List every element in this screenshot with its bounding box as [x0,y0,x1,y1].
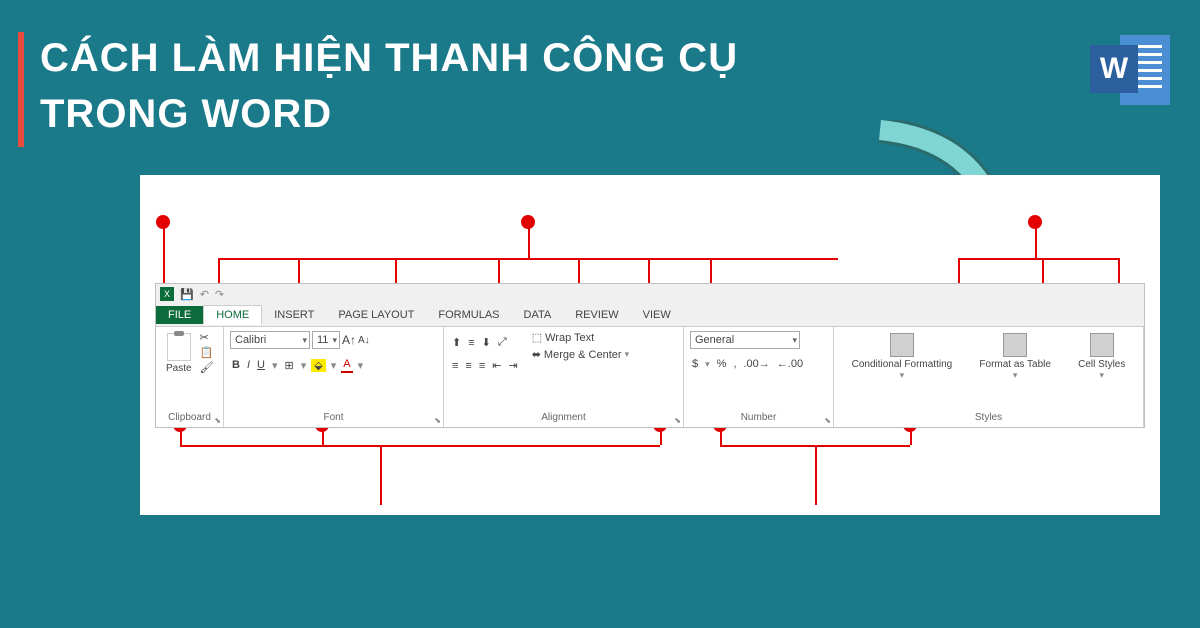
group-number: General $ ▾ % , .00→ ←.00 Number ⬊ [684,327,834,427]
page-title: CÁCH LÀM HIỆN THANH CÔNG CỤ TRONG WORD [40,30,940,142]
tab-review[interactable]: REVIEW [563,306,630,324]
callout-line [958,258,1118,260]
bold-button[interactable]: B [230,358,242,372]
comma-button[interactable]: , [731,357,738,371]
font-name-combo[interactable]: Calibri [230,331,310,349]
format-painter-icon[interactable]: 🖌 [200,361,214,374]
group-styles: Conditional Formatting ▾ Format as Table… [834,327,1144,427]
styles-label: Styles [840,410,1137,425]
tab-view[interactable]: VIEW [631,306,683,324]
ribbon: X 💾 ↶ ↷ FILE HOME INSERT PAGE LAYOUT FOR… [155,283,1145,428]
italic-button[interactable]: I [245,358,252,372]
ribbon-groups: Paste ✂ 📋 🖌 Clipboard ⬊ Calibri 11 A↑ A↓ [156,326,1144,427]
orientation-icon[interactable]: ⤢ [496,335,509,350]
wrap-text-label: Wrap Text [545,332,594,344]
currency-button[interactable]: $ [690,357,700,371]
callout-dot [1028,215,1042,229]
alignment-label: Alignment [450,410,677,425]
launcher-icon[interactable]: ⬊ [214,416,221,425]
conditional-formatting-button[interactable]: Conditional Formatting ▾ [848,331,957,410]
redo-icon[interactable]: ↷ [215,288,224,301]
format-table-label: Format as Table [979,359,1051,370]
word-logo: W [1090,30,1170,110]
merge-icon: ⬌ [532,348,541,361]
align-top-icon[interactable]: ⬆ [450,335,463,350]
launcher-icon[interactable]: ⬊ [824,416,831,425]
callout-line [380,445,382,505]
cut-icon[interactable]: ✂ [200,331,214,344]
group-font: Calibri 11 A↑ A↓ B I U ▾ ⊞ ▾ ⬙ ▾ A ▾ [224,327,444,427]
save-icon[interactable]: 💾 [180,288,194,301]
excel-icon: X [160,287,174,301]
percent-button[interactable]: % [715,357,729,371]
paste-button[interactable]: Paste [162,331,196,410]
format-table-icon [1003,333,1027,357]
align-center-icon[interactable]: ≡ [463,359,473,373]
ribbon-tabs: FILE HOME INSERT PAGE LAYOUT FORMULAS DA… [156,304,683,326]
callout-dot [156,215,170,229]
merge-label: Merge & Center [544,349,622,361]
indent-decrease-icon[interactable]: ⇤ [490,358,503,373]
accent-bar [18,32,24,147]
font-label: Font [230,410,437,425]
increase-decimal-icon[interactable]: .00→ [742,357,772,371]
group-alignment: ⬆ ≡ ⬇ ⤢ ≡ ≡ ≡ ⇤ ⇥ ⬚ [444,327,684,427]
underline-button[interactable]: U [255,358,267,372]
font-size-combo[interactable]: 11 [312,331,340,349]
cell-styles-icon [1090,333,1114,357]
cell-styles-label: Cell Styles [1078,359,1125,370]
tab-data[interactable]: DATA [512,306,564,324]
word-badge: W [1090,45,1138,93]
quick-access-toolbar: X 💾 ↶ ↷ [160,287,224,301]
tab-page-layout[interactable]: PAGE LAYOUT [326,306,426,324]
conditional-formatting-icon [890,333,914,357]
number-format-combo[interactable]: General [690,331,800,349]
align-middle-icon[interactable]: ≡ [466,336,476,350]
paste-label: Paste [166,363,192,374]
undo-icon[interactable]: ↶ [200,288,209,301]
format-as-table-button[interactable]: Format as Table ▾ [975,331,1055,410]
indent-increase-icon[interactable]: ⇥ [506,358,519,373]
group-clipboard: Paste ✂ 📋 🖌 Clipboard ⬊ [156,327,224,427]
align-left-icon[interactable]: ≡ [450,359,460,373]
fill-color-icon[interactable]: ⬙ [311,359,325,372]
title-line1: CÁCH LÀM HIỆN THANH CÔNG CỤ [40,36,738,80]
wrap-text-button[interactable]: ⬚ Wrap Text [532,331,629,344]
font-color-icon[interactable]: A [341,357,352,373]
launcher-icon[interactable]: ⬊ [674,416,681,425]
decrease-decimal-icon[interactable]: ←.00 [775,357,805,371]
cell-styles-button[interactable]: Cell Styles ▾ [1074,331,1129,410]
tab-insert[interactable]: INSERT [262,306,326,324]
callout-line [180,445,660,447]
border-icon[interactable]: ⊞ [283,358,296,373]
increase-font-icon[interactable]: A↑ [342,333,356,347]
callout-line [815,445,817,505]
launcher-icon[interactable]: ⬊ [434,416,441,425]
clipboard-label: Clipboard [162,410,217,425]
title-line2: TRONG WORD [40,92,332,136]
wrap-text-icon: ⬚ [532,331,542,344]
conditional-label: Conditional Formatting [852,359,953,370]
callout-line [163,222,165,287]
align-right-icon[interactable]: ≡ [477,359,487,373]
number-label: Number [690,410,827,425]
callout-dot [521,215,535,229]
clipboard-icon [167,333,191,361]
tab-file[interactable]: FILE [156,306,203,324]
merge-center-button[interactable]: ⬌ Merge & Center ▾ [532,348,629,361]
callout-line [218,258,838,260]
decrease-font-icon[interactable]: A↓ [358,335,370,346]
copy-icon[interactable]: 📋 [200,346,214,359]
tab-formulas[interactable]: FORMULAS [426,306,511,324]
align-bottom-icon[interactable]: ⬇ [480,335,493,350]
tab-home[interactable]: HOME [203,305,262,325]
